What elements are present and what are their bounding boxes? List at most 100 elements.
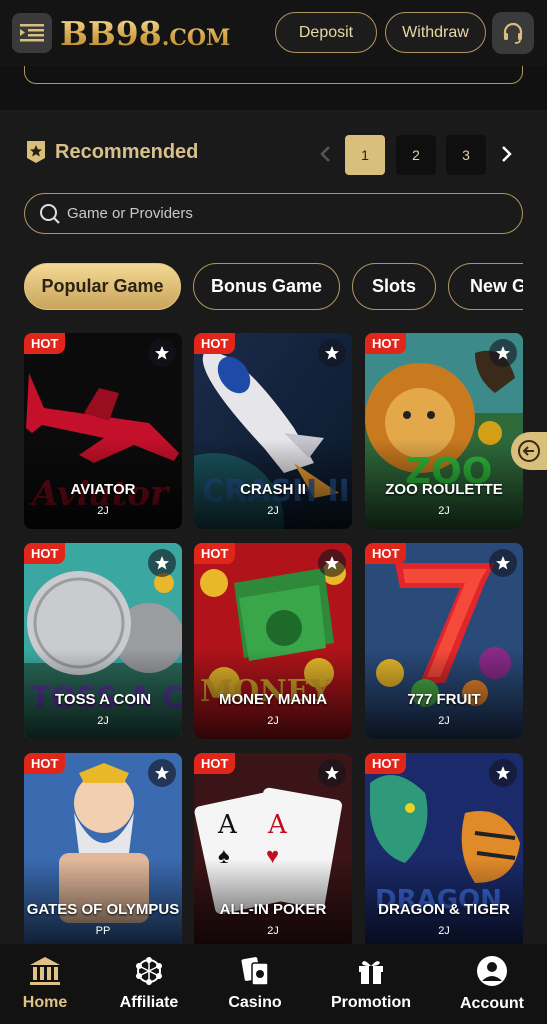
star-icon (496, 346, 510, 360)
game-card-crash-ii[interactable]: CRASH II HOT CRASH II 2J (194, 333, 352, 529)
game-provider: 2J (438, 505, 450, 517)
game-card-zoo-roulette[interactable]: ZOO HOT ZOO ROULETTE 2J (365, 333, 523, 529)
chevron-right-icon (502, 146, 512, 162)
favorite-button[interactable] (489, 759, 517, 787)
star-icon (155, 766, 169, 780)
game-title: 777 FRUIT (407, 691, 481, 708)
game-card-dragon-tiger[interactable]: DRAGON HOT DRAGON & TIGER 2J (365, 753, 523, 949)
game-provider: 2J (267, 715, 279, 727)
nav-casino[interactable]: Casino (218, 944, 292, 1024)
star-icon (155, 346, 169, 360)
favorite-button[interactable] (148, 759, 176, 787)
pager-prev-button[interactable] (313, 140, 337, 168)
page-2-button[interactable]: 2 (396, 135, 436, 175)
network-icon (136, 957, 162, 985)
search-icon (40, 203, 60, 224)
arrow-left-circle-icon (518, 440, 540, 462)
game-card-money-mania[interactable]: MONEY HOT MONEY MANIA 2J (194, 543, 352, 739)
user-icon (477, 956, 507, 986)
game-provider: PP (95, 925, 111, 937)
chevron-left-icon (320, 146, 330, 162)
nav-affiliate[interactable]: Affiliate (110, 944, 188, 1024)
star-icon (325, 346, 339, 360)
support-button[interactable] (492, 12, 534, 54)
brand-logo[interactable]: BB98.COM (60, 14, 230, 53)
menu-button[interactable] (12, 13, 52, 53)
badge-star-icon (27, 141, 45, 163)
cards-icon (241, 957, 269, 986)
category-tabs: Popular Game Bonus Game Slots New G (0, 263, 523, 311)
game-provider: 2J (267, 505, 279, 517)
nav-label: Casino (228, 994, 282, 1011)
nav-home[interactable]: Home (8, 944, 82, 1024)
game-title: ALL-IN POKER (219, 901, 327, 918)
page-1-button[interactable]: 1 (345, 135, 385, 175)
star-icon (325, 556, 339, 570)
game-provider: 2J (438, 925, 450, 937)
svg-text:A: A (267, 810, 288, 840)
side-collapse-button[interactable] (511, 432, 547, 470)
page-3-button[interactable]: 3 (446, 135, 486, 175)
game-card-all-in-poker[interactable]: A A ♠ ♥ HOT ALL-IN POKER 2J (194, 753, 352, 949)
favorite-button[interactable] (318, 549, 346, 577)
game-title: MONEY MANIA (218, 691, 328, 708)
favorite-button[interactable] (489, 339, 517, 367)
game-title: TOSS A COIN (54, 691, 152, 708)
favorite-button[interactable] (148, 549, 176, 577)
tab-bonus-game[interactable]: Bonus Game (193, 263, 340, 310)
tab-popular-game[interactable]: Popular Game (24, 263, 181, 310)
game-card-777-fruit[interactable]: HOT 777 FRUIT 2J (365, 543, 523, 739)
game-title: DRAGON & TIGER (378, 901, 510, 918)
favorite-button[interactable] (318, 759, 346, 787)
hot-badge: HOT (194, 333, 236, 354)
game-provider: 2J (438, 715, 450, 727)
nav-label: Home (22, 994, 68, 1011)
game-title: CRASH II (240, 481, 306, 498)
hot-badge: HOT (365, 333, 407, 354)
search-bar[interactable] (24, 193, 523, 234)
tab-slots[interactable]: Slots (352, 263, 436, 310)
headset-icon (503, 22, 523, 44)
hot-badge: HOT (24, 333, 66, 354)
nav-account[interactable]: Account (452, 944, 532, 1024)
svg-text:A: A (217, 810, 238, 840)
pager-next-button[interactable] (495, 140, 519, 168)
nav-label: Promotion (331, 994, 411, 1011)
star-icon (155, 556, 169, 570)
withdraw-button[interactable]: Withdraw (385, 12, 486, 53)
game-provider: 2J (267, 925, 279, 937)
hot-badge: HOT (365, 753, 407, 774)
star-icon (496, 556, 510, 570)
banner-frame (24, 66, 523, 84)
nav-label: Affiliate (119, 994, 179, 1011)
bottom-navigation: Home Affiliate Casino Promotion Account (0, 944, 547, 1024)
hot-badge: HOT (194, 543, 236, 564)
game-title: AVIATOR (70, 481, 136, 498)
favorite-button[interactable] (318, 339, 346, 367)
gift-icon (359, 961, 383, 984)
favorite-button[interactable] (148, 339, 176, 367)
star-icon (325, 766, 339, 780)
recommended-heading: Recommended (25, 140, 198, 164)
deposit-button[interactable]: Deposit (275, 12, 377, 53)
hot-badge: HOT (194, 753, 236, 774)
game-provider: 2J (97, 505, 109, 517)
nav-label: Account (460, 995, 524, 1012)
hot-badge: HOT (24, 543, 66, 564)
tab-new-games[interactable]: New G (448, 263, 523, 310)
search-input[interactable] (67, 205, 487, 222)
recommended-title: Recommended (55, 140, 199, 163)
hot-badge: HOT (365, 543, 407, 564)
game-card-gates-of-olympus[interactable]: HOT GATES OF OLYMPUS PP (24, 753, 182, 949)
game-card-toss-a-coin[interactable]: TOSS A COIN HOT TOSS A COIN 2J (24, 543, 182, 739)
bank-icon (30, 957, 60, 985)
star-icon (496, 766, 510, 780)
game-provider: 2J (97, 715, 109, 727)
favorite-button[interactable] (489, 549, 517, 577)
nav-promotion[interactable]: Promotion (324, 944, 418, 1024)
menu-icon (20, 24, 44, 42)
hot-badge: HOT (24, 753, 66, 774)
game-card-aviator[interactable]: Aviator HOT AVIATOR 2J (24, 333, 182, 529)
game-title: ZOO ROULETTE (385, 481, 503, 498)
game-title: GATES OF OLYMPUS (26, 901, 180, 918)
